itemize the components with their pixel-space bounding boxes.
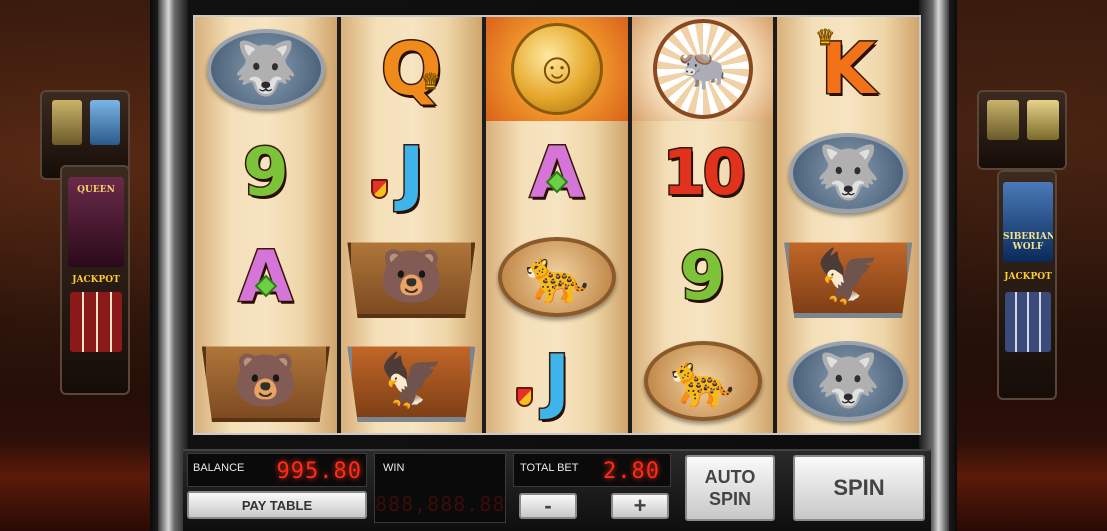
reel-cell: 🐺 [777, 121, 919, 225]
shield-icon [370, 179, 388, 199]
eagle-icon: 🦅 [379, 352, 444, 410]
symbol-wolf-frame: 🐺 [789, 133, 908, 213]
reel-cell: J [486, 329, 628, 433]
wolf-icon: 🐺 [233, 40, 299, 98]
symbol-eagle-frame: 🦅 [347, 346, 476, 422]
dreamcatcher-buffalo-icon: 🐃 [677, 47, 728, 92]
reel-cell: 🐺 [195, 17, 337, 121]
left-logo: QUEEN [77, 185, 115, 195]
symbol-9: 9 [241, 134, 290, 211]
spin-button[interactable]: SPIN [793, 455, 925, 521]
reel-cell: Q ♛ [341, 17, 483, 121]
balance-value: 995.80 [276, 459, 362, 484]
total-bet-display: TOTAL BET 2.80 [513, 453, 671, 487]
pay-table-button[interactable]: PAY TABLE [187, 491, 367, 519]
total-bet-value: 2.80 [603, 459, 660, 484]
symbol-j: J [542, 340, 571, 422]
auto-spin-button[interactable]: AUTO SPIN [685, 455, 775, 521]
auto-spin-label-line1: AUTO [704, 467, 756, 487]
symbol-9: 9 [678, 238, 727, 315]
bet-increase-button[interactable]: + [611, 493, 669, 519]
eagle-icon: 🦅 [815, 248, 881, 306]
wolf-icon: 🐺 [815, 144, 881, 202]
reel-area: 🐺9A🐻Q♛J🐻🦅☺A🐆J🐃109🐆K♛🐺🦅🐺 [193, 15, 921, 435]
win-value: 888,888.88 [375, 492, 506, 516]
auto-spin-label-line2: SPIN [708, 489, 751, 509]
reel-cell: 9 [632, 225, 774, 329]
reel-cell: K ♛ [777, 17, 919, 121]
reel-cell: 🐃 [631, 17, 774, 121]
balance-label: BALANCE [193, 462, 245, 474]
symbol-cougar-frame: 🐆 [497, 237, 616, 317]
symbol-wolf-frame: 🐺 [206, 29, 325, 109]
win-display: WIN 888,888.88 [374, 453, 506, 523]
symbol-bear-frame: 🐻 [201, 346, 330, 422]
left-casino-machines: QUEEN JACKPOT [0, 0, 150, 531]
symbol-cougar-frame: 🐆 [643, 341, 762, 421]
reel-cell: 🐻 [195, 329, 337, 433]
control-panel: BALANCE 995.80 PAY TABLE WIN 888,888.88 … [183, 449, 931, 531]
reel-cell: 10 [632, 121, 774, 225]
right-logo: SIBERIAN WOLF [1003, 232, 1053, 252]
right-casino-machines: SIBERIAN WOLF JACKPOT [957, 0, 1107, 531]
reel-cell: A [195, 225, 337, 329]
reel-cell: 🦅 [777, 225, 919, 329]
reel-cell: 🐺 [777, 329, 919, 433]
gold-coin-icon: ☺ [534, 44, 580, 93]
symbol-bear-frame: 🐻 [347, 242, 476, 318]
bear-icon: 🐻 [379, 248, 444, 306]
symbol-10: 10 [661, 136, 747, 209]
reel-cell: 🐻 [341, 225, 483, 329]
reel-cell: 🦅 [341, 329, 483, 433]
bet-decrease-button[interactable]: - [519, 493, 577, 519]
symbol-wolf-frame: 🐺 [789, 341, 908, 421]
reel-2: Q ♛ J 🐻 🦅 [340, 17, 483, 433]
symbol-eagle-frame: 🦅 [784, 242, 913, 318]
reel-cell: 🐆 [486, 225, 628, 329]
cougar-icon: 🐆 [524, 248, 590, 306]
shield-icon [516, 387, 534, 407]
left-floor [0, 441, 150, 531]
reel-cell: ☺ [486, 17, 628, 121]
reel-5: K ♛ 🐺 🦅 🐺 [777, 17, 919, 433]
crown-icon: ♛ [815, 25, 836, 51]
total-bet-label: TOTAL BET [520, 462, 579, 474]
reel-cell: 9 [195, 121, 337, 225]
right-jackpot: JACKPOT [1004, 272, 1052, 282]
left-machine-queen: QUEEN JACKPOT [60, 165, 130, 395]
reel-3: ☺ A 🐆 J [486, 17, 628, 433]
bear-icon: 🐻 [233, 352, 299, 410]
reel-1: 🐺 9 A 🐻 [195, 17, 337, 433]
right-machine-wolf: SIBERIAN WOLF JACKPOT [997, 170, 1057, 400]
reel-cell: A [486, 121, 628, 225]
crown-icon: ♛ [420, 69, 441, 95]
win-label: WIN [383, 462, 405, 474]
reel-4: 🐃 10 9 🐆 [631, 17, 774, 433]
symbol-dreamcatcher-buffalo-frame: 🐃 [652, 19, 753, 119]
wolf-icon: 🐺 [815, 352, 881, 410]
left-jackpot: JACKPOT [72, 275, 120, 285]
cougar-icon: 🐆 [670, 352, 735, 410]
reel-cell: 🐆 [632, 329, 774, 433]
balance-display: BALANCE 995.80 [187, 453, 367, 487]
right-machine-top [977, 90, 1067, 170]
right-floor [957, 441, 1107, 531]
symbol-gold-coin-frame: ☺ [510, 23, 603, 115]
symbol-j: J [397, 132, 426, 214]
reel-cell: J [341, 121, 483, 225]
